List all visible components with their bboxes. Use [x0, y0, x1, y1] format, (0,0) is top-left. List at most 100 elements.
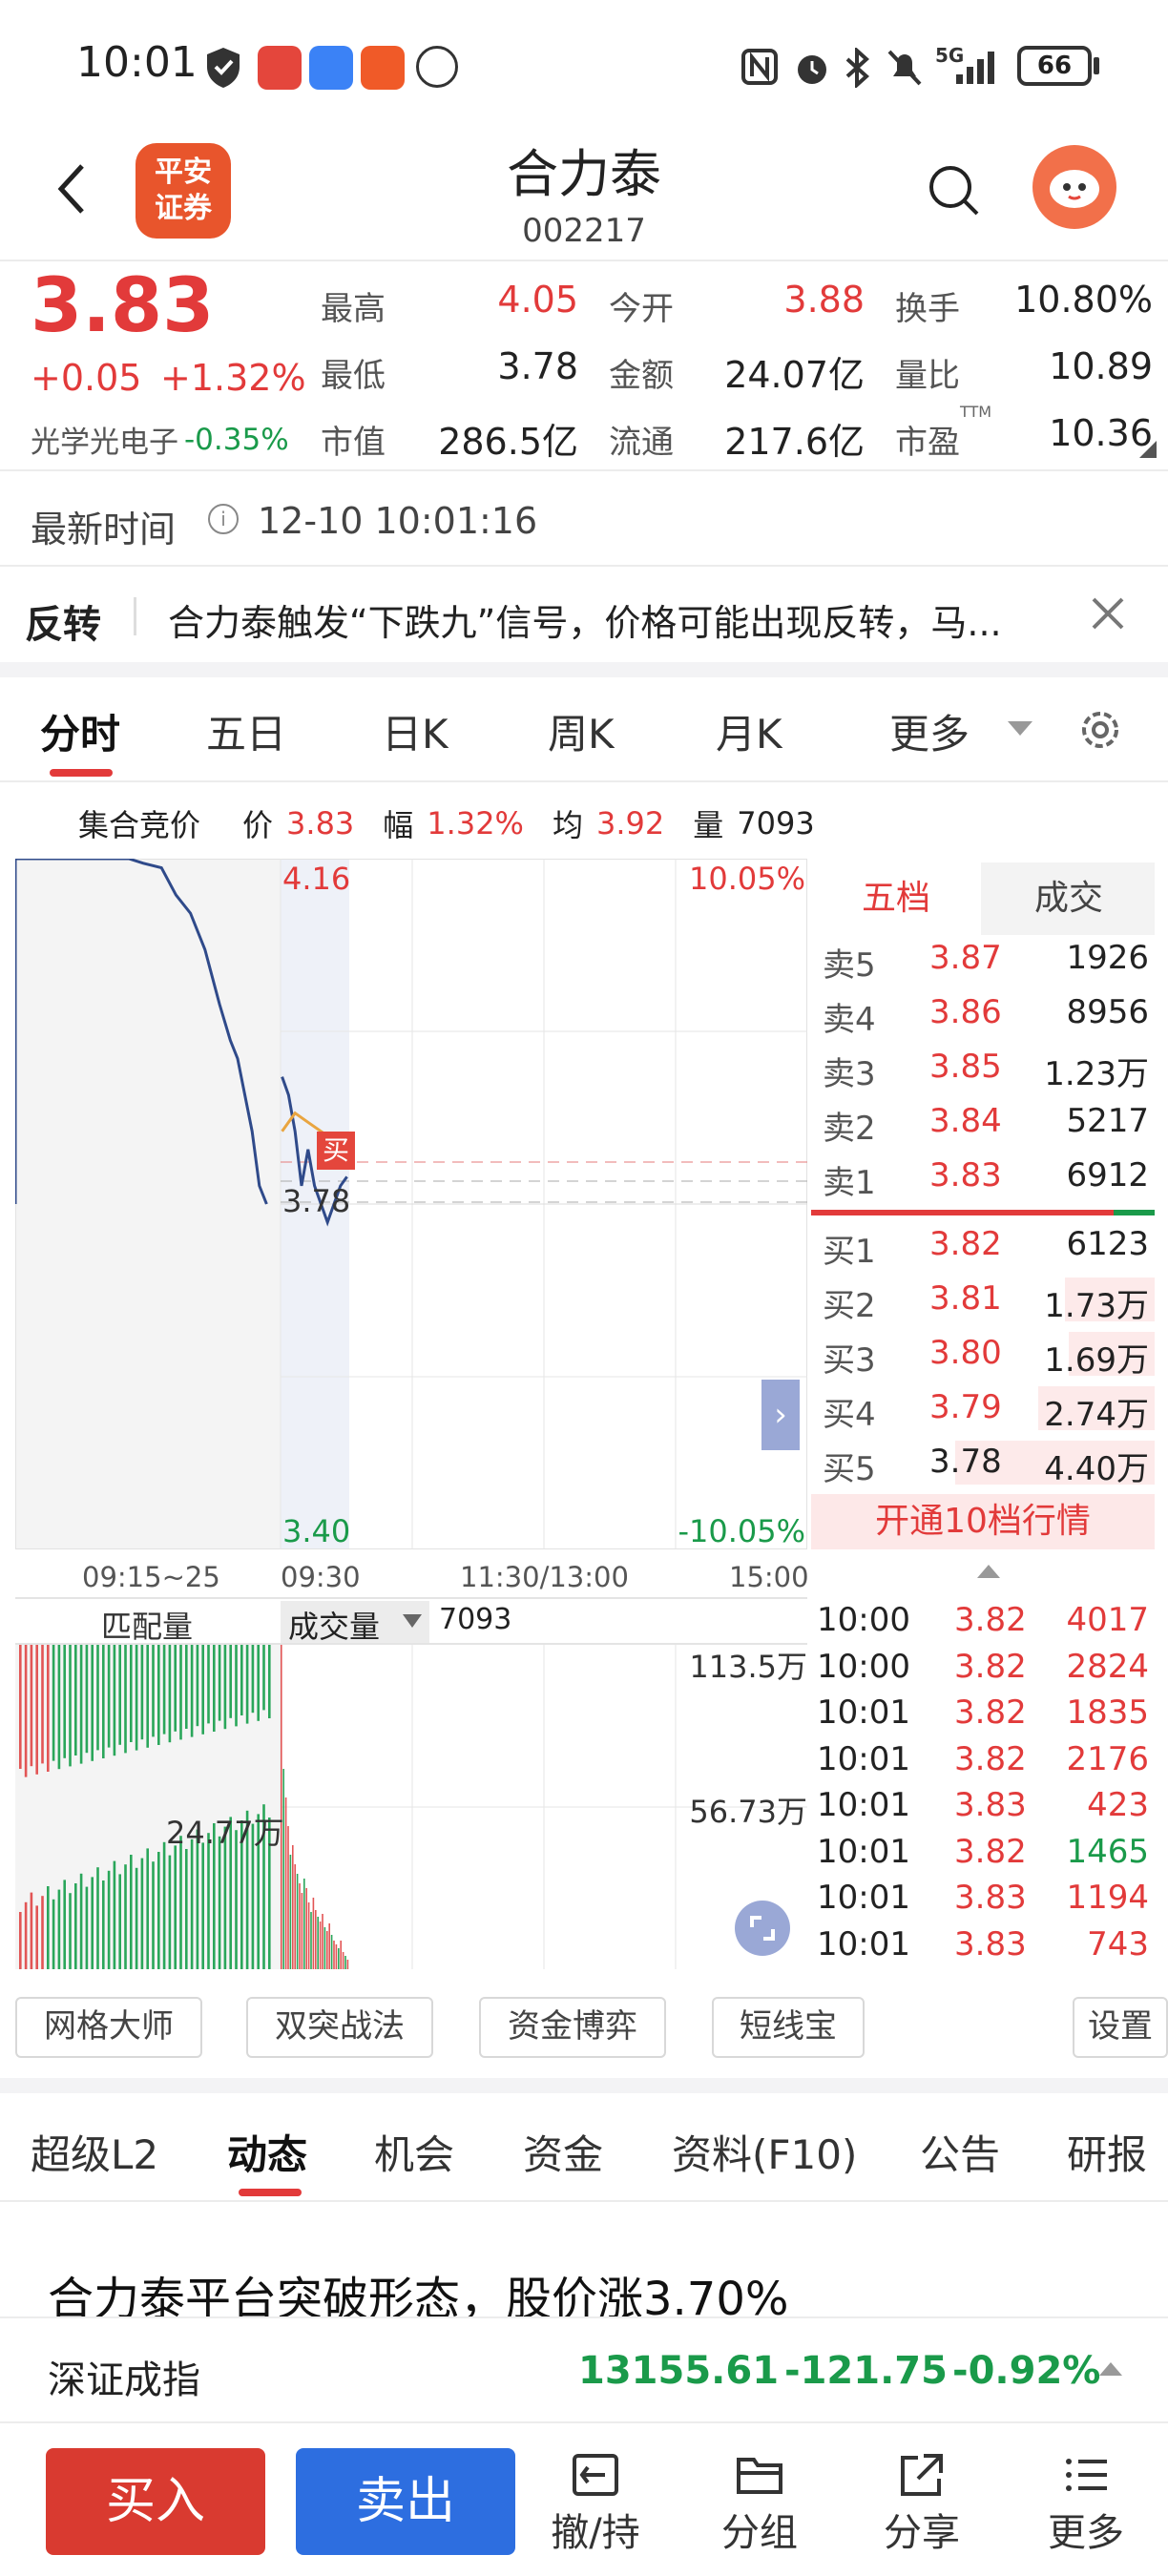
volume-selector[interactable]: 成交量	[281, 1601, 429, 1645]
cancel-hold-item[interactable]: 撤/持	[544, 2448, 647, 2563]
share-item[interactable]: 分享	[870, 2448, 973, 2563]
bid-row[interactable]: 买3 3.80 1.69万	[811, 1326, 1155, 1381]
axis-top-price: 4.16	[282, 861, 351, 897]
bid-price: 3.78	[929, 1443, 1002, 1481]
bid-row[interactable]: 买5 3.78 4.40万	[811, 1435, 1155, 1489]
assistant-avatar[interactable]	[1032, 145, 1116, 229]
tab-profile-f10[interactable]: 资料(F10)	[672, 2123, 857, 2181]
news-separator	[134, 597, 136, 635]
index-bar[interactable]: 深证成指 13155.61 -121.75 -0.92%	[0, 2316, 1168, 2423]
auction-volume-bar	[113, 1860, 116, 1969]
ask-label: 卖5	[823, 946, 876, 985]
tab-announcements[interactable]: 公告	[920, 2123, 1000, 2181]
search-icon[interactable]	[926, 162, 983, 219]
upgrade-level10-button[interactable]: 开通10档行情	[811, 1494, 1155, 1549]
price-change: +0.05	[31, 357, 142, 399]
auction-price: 3.83	[286, 805, 355, 841]
match-volume-bar	[63, 1645, 66, 1758]
latest-time-label: 最新时间	[31, 509, 177, 551]
broker-logo: 平安 证券	[136, 143, 231, 239]
info-icon[interactable]: i	[208, 504, 239, 534]
trade-row: 10:01 3.82 2176	[811, 1738, 1155, 1784]
group-item[interactable]: 分组	[708, 2448, 811, 2563]
bid-row[interactable]: 买1 3.82 6123	[811, 1217, 1155, 1272]
back-icon[interactable]	[48, 160, 95, 218]
send-notification-icon	[361, 46, 405, 90]
tool-short-term[interactable]: 短线宝	[712, 1997, 865, 2058]
label-low: 最低	[321, 357, 386, 395]
tool-grid-master[interactable]: 网格大师	[15, 1997, 202, 2058]
buy-button[interactable]: 买入	[46, 2448, 265, 2555]
expand-corner-icon[interactable]	[1139, 441, 1157, 458]
bid-row[interactable]: 买4 3.79 2.74万	[811, 1381, 1155, 1435]
bid-label: 买4	[823, 1396, 876, 1434]
chevron-down-icon[interactable]	[1008, 721, 1032, 736]
auction-volume-bar	[79, 1873, 83, 1969]
section-gap	[0, 662, 1168, 677]
value-float: 217.6亿	[724, 421, 865, 463]
auction-pct: 1.32%	[427, 805, 524, 841]
tab-order-book[interactable]: 五档	[811, 862, 981, 935]
auction-volume-bar	[135, 1867, 138, 1969]
price-change-pct: +1.32%	[160, 357, 306, 399]
tab-more[interactable]: 更多	[889, 702, 970, 760]
news-text[interactable]: 合力泰触发“下跌九”信号，价格可能出现反转，马...	[168, 593, 1084, 646]
tab-opportunity[interactable]: 机会	[374, 2123, 454, 2181]
section-gap	[0, 2078, 1168, 2093]
trade-volume: 1194	[1066, 1879, 1149, 1917]
sector-info[interactable]: 光学光电子 -0.35%	[31, 418, 289, 461]
match-volume-bar	[179, 1645, 182, 1740]
intraday-volume-bar	[312, 1898, 315, 1969]
bid-volume: 1.73万	[1044, 1287, 1149, 1325]
label-amount: 金额	[609, 357, 674, 395]
volume-current-value: 7093	[439, 1603, 512, 1636]
match-volume-bar	[135, 1645, 138, 1751]
close-icon[interactable]	[1088, 593, 1128, 634]
sell-button[interactable]: 卖出	[296, 2448, 515, 2555]
expand-right-button[interactable]: ›	[761, 1380, 800, 1450]
label-float: 流通	[609, 424, 674, 462]
auction-volume-bar	[162, 1841, 166, 1969]
tab-research[interactable]: 研报	[1067, 2123, 1168, 2181]
match-volume-bar	[235, 1645, 238, 1727]
tab-capital[interactable]: 资金	[523, 2123, 603, 2181]
intraday-volume-bar	[292, 1845, 294, 1969]
tab-five-day[interactable]: 五日	[206, 702, 286, 760]
tool-double-breakout[interactable]: 双突战法	[246, 1997, 433, 2058]
tool-capital-game[interactable]: 资金博弈	[479, 1997, 666, 2058]
ask-row[interactable]: 卖1 3.83 6912	[811, 1149, 1155, 1203]
tab-weekly-k[interactable]: 周K	[548, 702, 615, 760]
chevron-up-icon	[1099, 2362, 1122, 2376]
tab-monthly-k[interactable]: 月K	[716, 702, 782, 760]
fullscreen-button[interactable]	[735, 1901, 790, 1956]
tab-active-indicator	[50, 769, 113, 777]
match-volume-bar	[96, 1645, 99, 1751]
match-volume-bar	[79, 1645, 83, 1764]
intraday-chart[interactable]	[13, 857, 807, 1549]
match-volume-bar	[218, 1645, 221, 1721]
auction-volume-bar	[35, 1905, 38, 1969]
tab-super-l2[interactable]: 超级L2	[31, 2123, 158, 2181]
scroll-up-icon[interactable]	[977, 1565, 1000, 1578]
tab-intraday[interactable]: 分时	[40, 702, 120, 760]
message-notification-icon	[309, 46, 353, 90]
auction-volume-bar	[190, 1839, 194, 1969]
tool-settings[interactable]: 设置	[1073, 1997, 1168, 2058]
auction-avg-label: 均	[552, 807, 583, 843]
bid-row[interactable]: 买2 3.81 1.73万	[811, 1272, 1155, 1326]
tab-trades[interactable]: 成交	[983, 862, 1155, 935]
gear-icon[interactable]	[1076, 706, 1124, 754]
hand-icon	[416, 46, 458, 88]
ask-row[interactable]: 卖2 3.84 5217	[811, 1094, 1155, 1149]
ask-row[interactable]: 卖5 3.87 1926	[811, 931, 1155, 986]
ask-row[interactable]: 卖4 3.86 8956	[811, 986, 1155, 1040]
match-volume-bar	[74, 1645, 77, 1755]
trade-time: 10:01	[817, 1924, 910, 1963]
more-item[interactable]: 更多	[1034, 2448, 1137, 2563]
tab-daily-k[interactable]: 日K	[382, 702, 448, 760]
tab-news[interactable]: 动态	[227, 2123, 307, 2181]
auction-volume-bar	[140, 1858, 144, 1969]
intraday-volume-bar	[342, 1952, 344, 1969]
match-volume-bar	[229, 1645, 232, 1718]
ask-row[interactable]: 卖3 3.85 1.23万	[811, 1040, 1155, 1094]
